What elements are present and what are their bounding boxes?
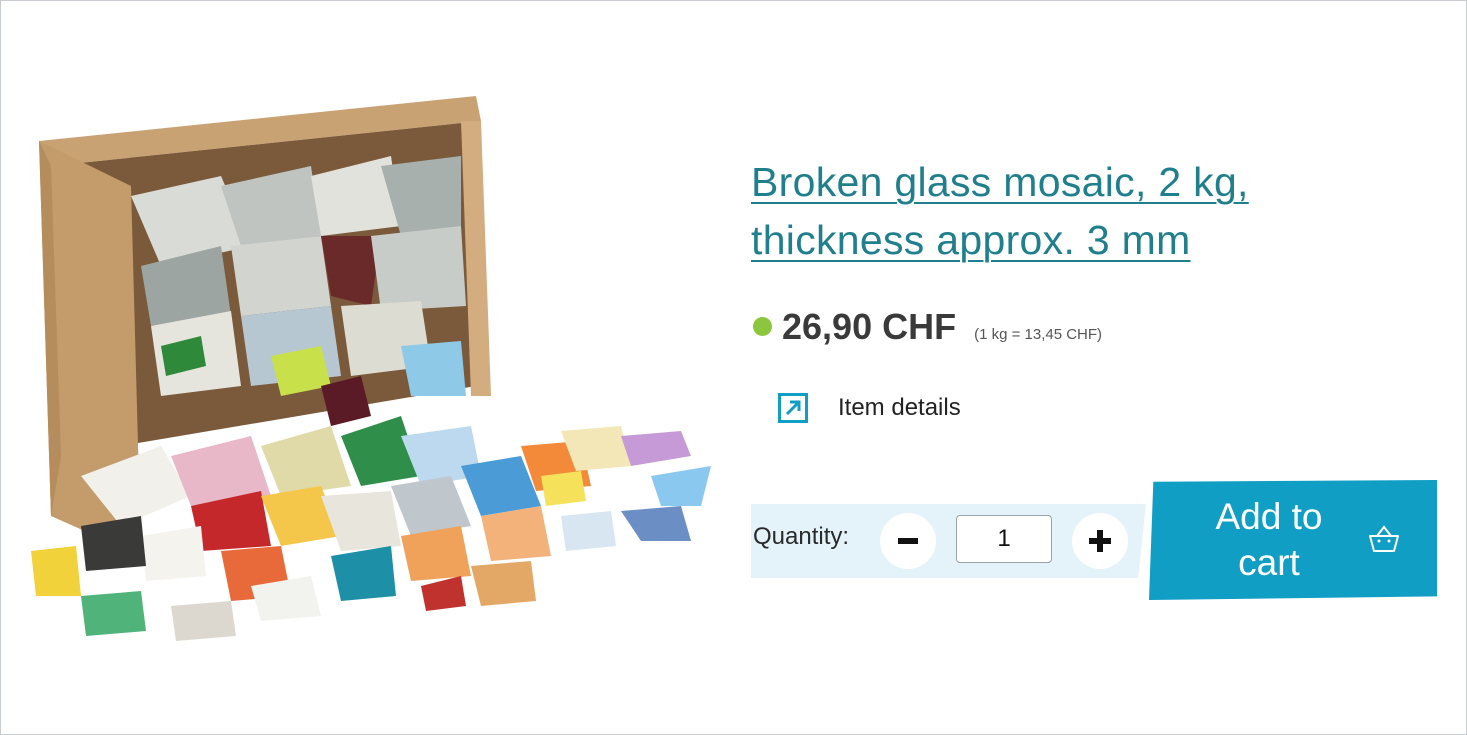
add-to-cart-label: Add to cart [1215, 496, 1323, 583]
add-to-cart-button[interactable]: Add to cart [1149, 480, 1437, 600]
external-arrow-icon [778, 393, 808, 423]
product-card: Broken glass mosaic, 2 kg, thickness app… [0, 0, 1467, 735]
unit-price: (1 kg = 13,45 CHF) [974, 326, 1103, 343]
price-row: 26,90 CHF (1 kg = 13,45 CHF) [753, 306, 1102, 348]
quantity-label: Quantity: [753, 523, 850, 550]
product-image[interactable] [21, 96, 721, 656]
product-title[interactable]: Broken glass mosaic, 2 kg, thickness app… [751, 153, 1411, 269]
quantity-decrease-button[interactable] [880, 513, 936, 569]
quantity-input[interactable] [956, 515, 1052, 563]
quantity-increase-button[interactable] [1072, 513, 1128, 569]
item-details-link[interactable]: Item details [778, 393, 961, 423]
basket-icon [1367, 522, 1401, 556]
stock-indicator-icon [753, 317, 772, 336]
item-details-label: Item details [838, 394, 961, 421]
product-price: 26,90 CHF [782, 306, 957, 347]
plus-icon [1089, 530, 1111, 552]
minus-icon [898, 538, 918, 544]
